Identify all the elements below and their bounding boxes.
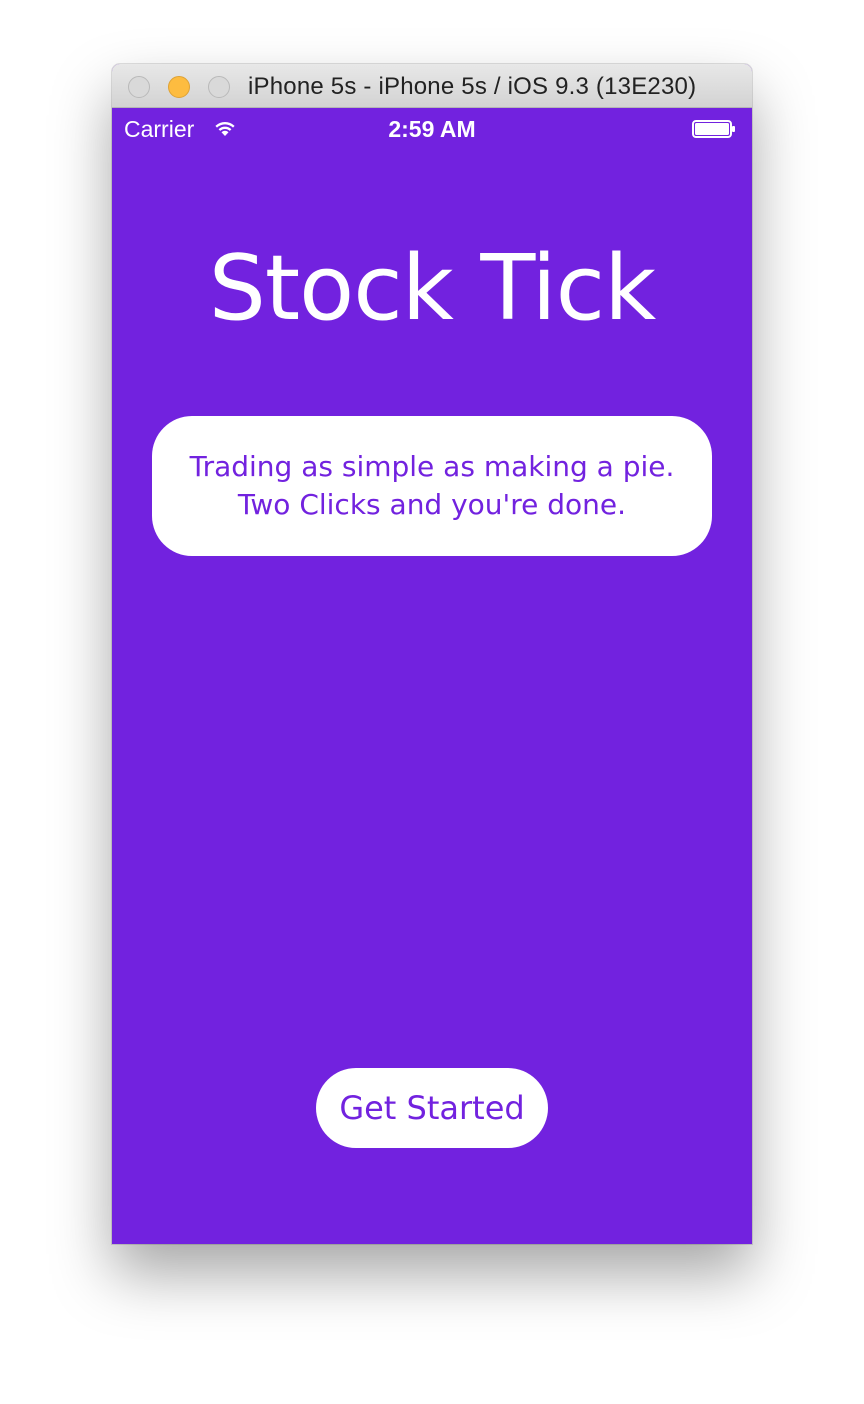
- app-title: Stock Tick: [208, 236, 657, 341]
- status-bar: Carrier 2:59 AM: [112, 108, 752, 148]
- zoom-window-button[interactable]: [208, 76, 230, 98]
- tagline-line-1: Trading as simple as making a pie.: [189, 450, 675, 483]
- close-window-button[interactable]: [128, 76, 150, 98]
- window-title: iPhone 5s - iPhone 5s / iOS 9.3 (13E230): [248, 73, 697, 100]
- status-time: 2:59 AM: [388, 116, 476, 142]
- battery-icon: [692, 120, 735, 138]
- get-started-button[interactable]: Get Started: [316, 1068, 548, 1148]
- simulator-window: iPhone 5s - iPhone 5s / iOS 9.3 (13E230)…: [112, 64, 752, 1244]
- minimize-window-button[interactable]: [168, 76, 190, 98]
- window-titlebar: iPhone 5s - iPhone 5s / iOS 9.3 (13E230): [112, 64, 752, 108]
- device-screen: Carrier 2:59 AM Stock Tick Trading as si…: [112, 108, 752, 1244]
- tagline-card: Trading as simple as making a pie. Two C…: [152, 416, 712, 556]
- tagline-line-2: Two Clicks and you're done.: [237, 488, 627, 521]
